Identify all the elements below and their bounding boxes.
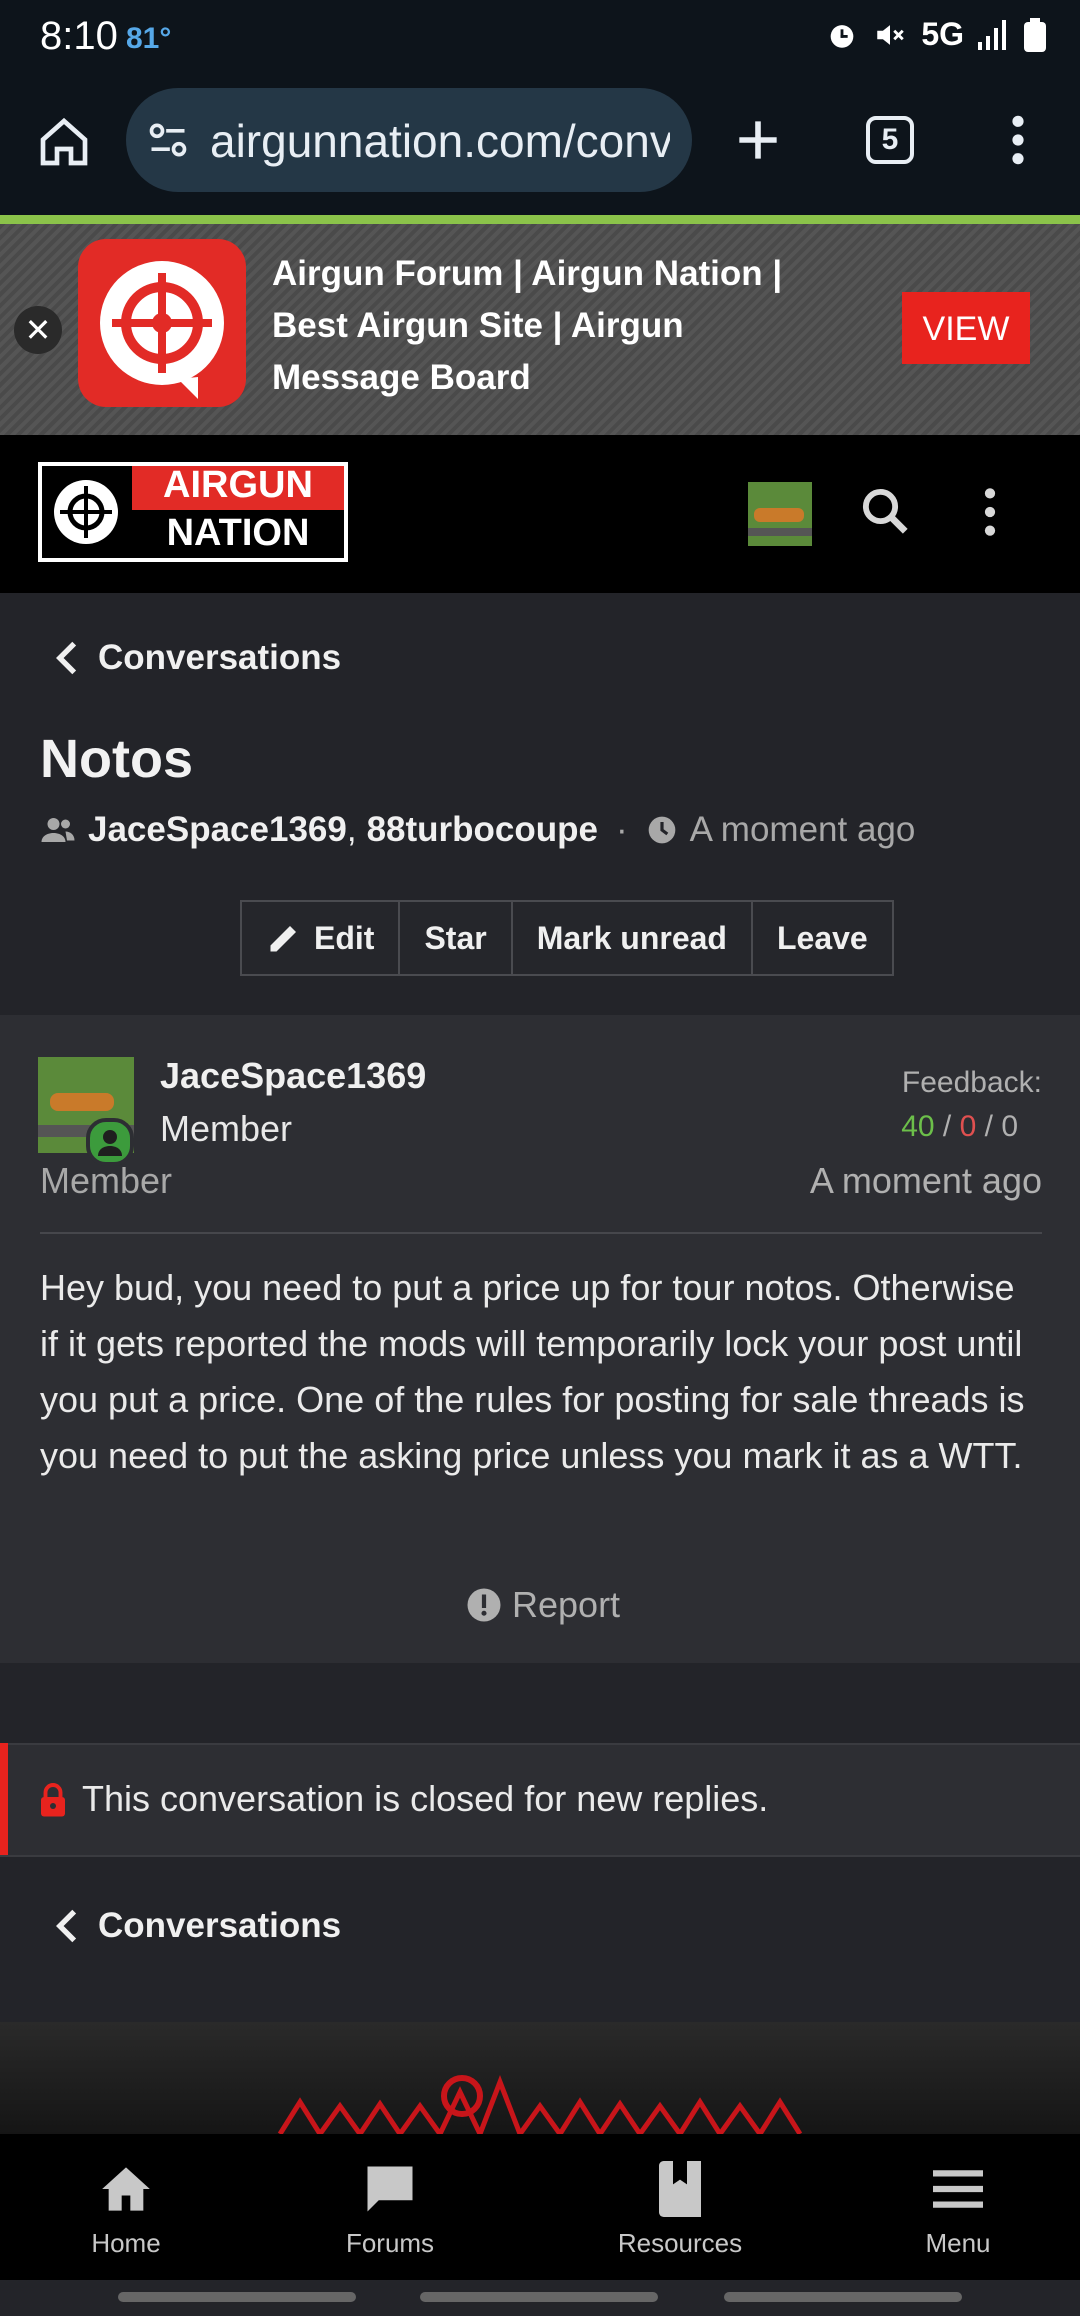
- app-logo: [78, 239, 246, 407]
- page-title: Notos: [40, 729, 193, 789]
- feedback-positive: 40: [901, 1110, 935, 1143]
- star-button[interactable]: Star: [400, 902, 513, 974]
- chevron-left-icon: [56, 1909, 77, 1943]
- breadcrumb[interactable]: Conversations: [56, 638, 341, 678]
- browser-menu-icon[interactable]: [998, 112, 1038, 168]
- nav-menu[interactable]: Menu: [858, 2160, 1058, 2259]
- pencil-icon: [270, 926, 296, 952]
- site-logo[interactable]: AIRGUN NATION: [38, 462, 348, 562]
- book-icon: [659, 2161, 701, 2217]
- nav-forums[interactable]: Forums: [290, 2160, 490, 2259]
- close-banner-button[interactable]: ✕: [14, 306, 62, 354]
- participants-icon: [41, 818, 75, 842]
- meta-dot: ·: [616, 810, 628, 849]
- alarm-icon: [830, 24, 854, 48]
- logo-crosshair-icon: [54, 480, 118, 544]
- alert-icon: [467, 1588, 501, 1622]
- participant-separator: ,: [346, 810, 357, 849]
- home-icon[interactable]: [36, 114, 92, 170]
- feedback-negative: 0: [959, 1110, 977, 1143]
- mute-icon: [877, 24, 905, 45]
- url-text[interactable]: airgunnation.com/conv: [210, 114, 670, 168]
- nav-home[interactable]: Home: [26, 2160, 226, 2259]
- feedback-slash: /: [984, 1110, 993, 1143]
- conversation-time: A moment ago: [689, 810, 916, 849]
- hamburger-menu-icon: [933, 2170, 983, 2208]
- closed-notice-text: This conversation is closed for new repl…: [82, 1778, 769, 1819]
- feedback-label: Feedback:: [901, 1066, 1042, 1099]
- chat-icon: [367, 2166, 413, 2212]
- lock-icon: [41, 1783, 65, 1817]
- message-divider: [40, 1232, 1042, 1234]
- notice-accent-bar: [0, 1743, 8, 1855]
- mark-unread-button[interactable]: Mark unread: [513, 902, 753, 974]
- online-status-icon: [86, 1118, 134, 1166]
- view-app-button[interactable]: VIEW: [902, 292, 1030, 364]
- new-tab-icon[interactable]: [730, 112, 786, 168]
- report-link[interactable]: Report: [466, 1584, 620, 1626]
- breadcrumb-label: Conversations: [98, 638, 342, 677]
- banner-title: Airgun Forum | Airgun Nation | Best Airg…: [272, 254, 783, 397]
- user-avatar[interactable]: [748, 482, 812, 546]
- nav-resources-label: Resources: [617, 2228, 743, 2258]
- clock-icon: [648, 816, 675, 844]
- conversation-meta: JaceSpace1369 , 88turbocoupe · A moment …: [40, 810, 915, 850]
- site-settings-icon[interactable]: [146, 118, 190, 162]
- search-icon[interactable]: [858, 484, 912, 538]
- message-author[interactable]: JaceSpace1369: [160, 1055, 426, 1097]
- report-label: Report: [512, 1584, 621, 1625]
- breadcrumb-bottom[interactable]: Conversations: [56, 1906, 341, 1946]
- feedback-slash: /: [942, 1110, 952, 1143]
- signal-icon: [978, 19, 1006, 50]
- nav-resources[interactable]: Resources: [580, 2160, 780, 2259]
- chevron-left-icon: [56, 641, 77, 675]
- leave-button[interactable]: Leave: [753, 902, 892, 974]
- author-role: Member: [40, 1160, 173, 1201]
- tab-count-button[interactable]: 5: [866, 116, 914, 164]
- message-body: Hey bud, you need to put a price up for …: [40, 1267, 1025, 1476]
- more-options-icon[interactable]: [972, 484, 1008, 540]
- edit-button[interactable]: Edit: [242, 902, 401, 974]
- spacer: [0, 1663, 1080, 1743]
- feedback-values[interactable]: 40 / 0 / 0: [901, 1110, 1018, 1144]
- nav-menu-label: Menu: [925, 2228, 991, 2258]
- breadcrumb-bottom-label: Conversations: [98, 1906, 342, 1945]
- gesture-bar: [724, 2292, 962, 2302]
- page-load-bar: [0, 215, 1080, 224]
- nav-home-label: Home: [91, 2228, 161, 2258]
- edit-label: Edit: [314, 920, 375, 956]
- heartbeat-crosshair-graphic: [277, 2075, 803, 2134]
- participant-link[interactable]: 88turbocoupe: [367, 810, 598, 850]
- gesture-bar: [118, 2292, 356, 2302]
- battery-icon: [1024, 17, 1046, 52]
- crosshair-logo-icon: [100, 261, 224, 399]
- status-temperature: 81°: [126, 22, 172, 55]
- logo-text-nation: NATION: [166, 512, 310, 554]
- status-icons: 5G: [825, 16, 1046, 53]
- logo-text-airgun: AIRGUN: [163, 464, 313, 506]
- feedback-neutral: 0: [1001, 1110, 1018, 1143]
- status-time: 8:10: [40, 14, 118, 58]
- footer-banner-image: [0, 2022, 1080, 2134]
- message-time[interactable]: A moment ago: [810, 1160, 1042, 1202]
- home-icon: [102, 2167, 150, 2211]
- conversation-actions: Edit Star Mark unread Leave: [240, 900, 894, 976]
- gesture-bar: [420, 2292, 658, 2302]
- status-bar: 8:10 81° 5G: [0, 0, 1080, 80]
- author-title: Member: [160, 1108, 293, 1149]
- network-label: 5G: [921, 16, 964, 52]
- nav-forums-label: Forums: [345, 2228, 435, 2258]
- participant-link[interactable]: JaceSpace1369: [88, 810, 347, 850]
